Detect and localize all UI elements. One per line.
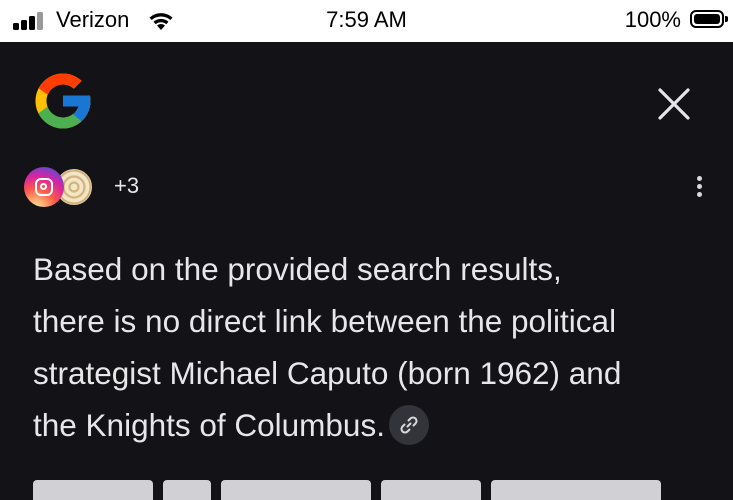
status-bar: Verizon 7:59 AM 100% [0,0,733,42]
more-vertical-icon[interactable] [690,172,710,202]
answer-line: strategist Michael Caputo (born 1962) an… [33,355,622,391]
google-g-logo [35,73,91,129]
battery-percentage: 100% [624,7,681,32]
link-icon[interactable] [388,404,429,445]
answer-line: Based on the provided search results, [33,251,562,287]
instagram-icon [24,167,64,207]
ai-answer-text: Based on the provided search results, the… [33,243,723,451]
truncated-next-paragraph [33,480,723,500]
answer-line: the Knights of Columbus. [33,407,385,443]
extra-sources-count: +3 [114,173,140,198]
battery-icon [690,10,728,28]
clock: 7:59 AM [326,7,407,32]
close-icon[interactable] [652,82,696,126]
answer-line: there is no direct link between the poli… [33,303,617,339]
source-chips[interactable]: +3 [24,167,144,207]
